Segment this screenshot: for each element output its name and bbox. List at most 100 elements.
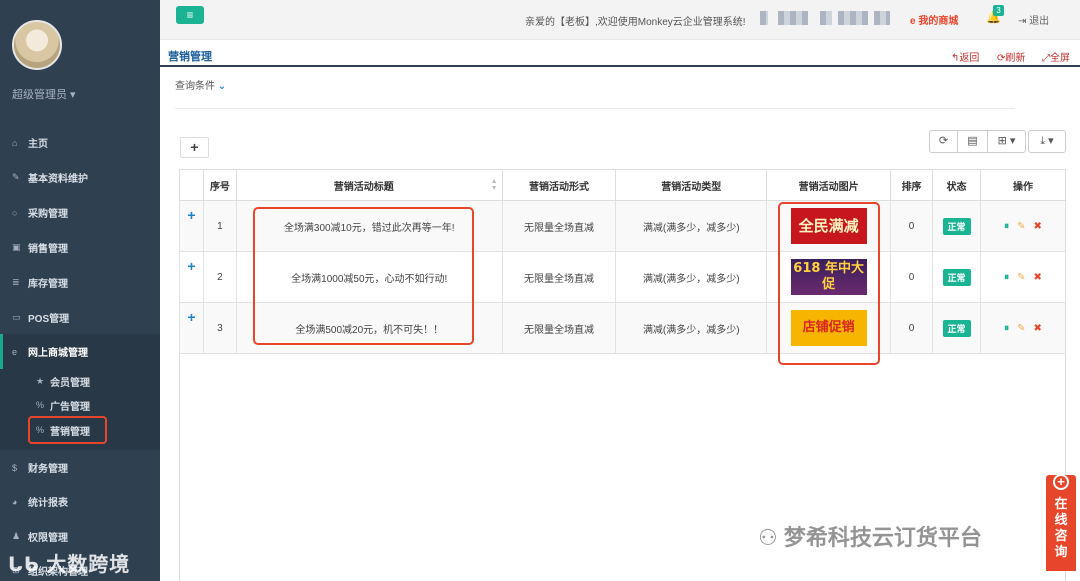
online-consult-button[interactable]: + 在线咨询 [1046,474,1076,571]
refresh-table-button[interactable]: ⟳ [929,130,958,153]
watermark-right-text: 梦希科技云订货平台 [783,525,982,550]
cell-actions: ⏸ ✎ ✖ [979,302,1067,354]
header-type[interactable]: 营销活动类型 [615,169,768,201]
cell-no: 2 [202,251,237,303]
home-icon: ⌂ [12,137,18,148]
menu-label: 统计报表 [28,498,68,509]
menu-item-inventory[interactable]: ≣ 库存管理 [0,265,160,300]
watermark-text: 大数跨境 [46,554,131,576]
columns-dropdown[interactable]: ⊞ ▾ [988,130,1026,153]
database-icon: ≣ [12,277,20,287]
back-button[interactable]: ↰返回 [951,49,979,64]
submenu-item-members[interactable]: ★ 会员管理 [36,371,90,391]
menu-label: 采购管理 [28,209,68,220]
delete-icon[interactable]: ✖ [1033,221,1041,232]
chevron-down-icon: ⌄ [217,81,227,92]
status-badge: 正常 [942,217,971,235]
topbar: ≡ 亲爱的【老板】,欢迎使用Monkey云企业管理系统! e 我的商城 🔔 3 … [160,0,1080,40]
cell-actions: ⏸ ✎ ✖ [979,251,1067,303]
status-badge: 正常 [942,268,971,286]
cell-sort: 0 [890,251,934,303]
menu-label: 销售管理 [28,244,68,255]
menu-label: POS管理 [28,314,70,325]
notification-badge: 3 [993,5,1004,16]
menu-item-online-mall[interactable]: e 网上商城管理 [0,334,160,369]
menu-label: 网上商城管理 [28,348,88,359]
cell-status: 正常 [932,251,981,303]
cell-form: 无限量全场直减 [501,302,617,354]
header-no[interactable]: 序号 [202,169,237,201]
header-actions: 操作 [979,169,1067,201]
menu-item-purchase[interactable]: ○ 采购管理 [0,195,160,230]
header-expand [179,169,204,201]
watermark-logo: ᒐᑲ 大数跨境 [8,554,131,576]
my-mall-link[interactable]: e 我的商城 [910,12,958,27]
fullscreen-button[interactable]: ⤢全屏 [1042,49,1070,64]
delete-icon[interactable]: ✖ [1033,272,1041,283]
toggle-view-button[interactable]: ▤ [958,130,988,153]
role-dropdown[interactable]: 超级管理员 ▾ [12,86,76,102]
menu-item-finance[interactable]: $ 财务管理 [0,450,160,485]
menu-label: 主页 [28,139,48,150]
role-label: 超级管理员 [12,89,67,101]
submenu-item-ads[interactable]: % 广告管理 [36,395,90,415]
expand-row-icon[interactable]: + [179,251,204,303]
menu-label: 财务管理 [28,464,68,475]
cell-type: 满减(满多少，减多少) [615,200,768,252]
edit-icon[interactable]: ✎ [1017,221,1025,232]
menu-item-basic-data[interactable]: ✎ 基本资料维护 [0,160,160,195]
header-status[interactable]: 状态 [932,169,981,201]
query-conditions-toggle[interactable]: 查询条件 ⌄ [175,77,226,92]
pause-icon[interactable]: ⏸ [1004,221,1009,232]
submenu-label: 广告管理 [50,401,90,413]
expand-row-icon[interactable]: + [179,200,204,252]
star-icon: ★ [36,375,45,386]
header-sort[interactable]: 排序 [890,169,934,201]
desktop-icon: ▭ [12,312,21,322]
cell-no: 3 [202,302,237,354]
menu-item-home[interactable]: ⌂ 主页 [0,125,160,160]
edit-icon[interactable]: ✎ [1017,272,1025,283]
profile: 超级管理员 ▾ [0,0,160,125]
query-label: 查询条件 [175,81,215,92]
header-title[interactable]: 营销活动标题 ▲ ▼ [235,169,503,201]
blurred-user [778,11,808,25]
pause-icon[interactable]: ⏸ [1004,323,1009,334]
cell-form: 无限量全场直减 [501,251,617,303]
expand-row-icon[interactable]: + [179,302,204,354]
table-header: 序号 营销活动标题 ▲ ▼ 营销活动形式 营销活动类型 营销活动图片 排序 状态 操… [179,169,1067,201]
refresh-button[interactable]: ⟳刷新 [997,49,1025,64]
online-consult-label: 在线咨询 [1054,496,1068,559]
blurred-icon [820,11,832,25]
dollar-icon: $ [12,462,18,473]
logout-button[interactable]: ⇥ 退出 [1018,12,1049,27]
menu-item-sales[interactable]: ▣ 销售管理 [0,230,160,265]
sort-icon[interactable]: ▲ ▼ [491,178,498,192]
cell-status: 正常 [932,302,981,354]
blurred-icon [760,11,768,25]
export-dropdown[interactable]: ⤓ ▾ [1028,130,1066,153]
menu-item-reports[interactable]: ◕ 统计报表 [0,484,160,519]
menu-item-pos[interactable]: ▭ POS管理 [0,300,160,335]
cell-no: 1 [202,200,237,252]
edit-icon[interactable]: ✎ [1017,323,1025,334]
submenu-label: 会员管理 [50,377,90,389]
circle-icon: ○ [12,207,18,218]
welcome-text: 亲爱的【老板】,欢迎使用Monkey云企业管理系统! [525,17,746,28]
header-form[interactable]: 营销活动形式 [501,169,617,201]
avatar[interactable] [12,20,62,70]
add-button[interactable]: + [180,137,209,158]
delete-icon[interactable]: ✖ [1033,323,1041,334]
cell-actions: ⏸ ✎ ✖ [979,200,1067,252]
pie-chart-icon: ◕ [12,496,18,507]
header-image[interactable]: 营销活动图片 [766,169,892,201]
menu-toggle-button[interactable]: ≡ [176,6,204,24]
cell-type: 满减(满多少，减多少) [615,302,768,354]
cell-sort: 0 [890,200,934,252]
pause-icon[interactable]: ⏸ [1004,272,1009,283]
ie-icon: e [12,346,18,357]
cell-sort: 0 [890,302,934,354]
page-title: 营销管理 [168,51,212,63]
divider [175,108,1015,109]
breadcrumb: 营销管理 ↰返回 ⟳刷新 ⤢全屏 [160,41,1080,67]
